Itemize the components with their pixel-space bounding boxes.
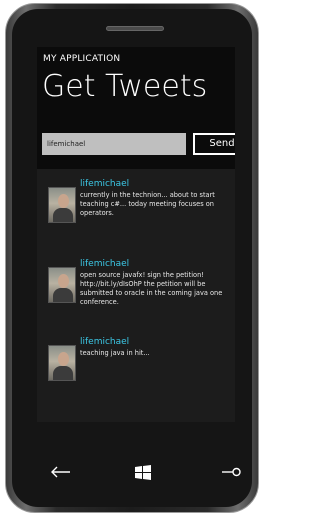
- avatar: [48, 187, 76, 223]
- tweet-text: open source javafx! sign the petition! h…: [80, 271, 223, 306]
- tweet-username: lifemichael: [80, 179, 130, 189]
- tweet-list[interactable]: lifemichael currently in the technion...…: [37, 169, 235, 422]
- username-input[interactable]: [42, 133, 186, 155]
- tweet-text: currently in the technion... about to st…: [80, 191, 215, 217]
- page-title: Get Tweets: [42, 69, 208, 104]
- tweet-text: teaching java in hit...: [80, 349, 150, 357]
- phone-screen: MY APPLICATION Get Tweets Send lifemicha…: [37, 47, 235, 422]
- avatar: [48, 345, 76, 381]
- phone-frame: MY APPLICATION Get Tweets Send lifemicha…: [5, 3, 259, 513]
- speaker-grille: [106, 26, 164, 31]
- tweet-username: lifemichael: [80, 259, 130, 269]
- back-arrow-icon[interactable]: [50, 466, 72, 481]
- windows-logo-icon[interactable]: [134, 464, 152, 485]
- app-title: MY APPLICATION: [43, 54, 121, 64]
- search-icon[interactable]: [220, 466, 242, 481]
- tweet-username: lifemichael: [80, 337, 130, 347]
- avatar: [48, 267, 76, 303]
- send-button[interactable]: Send: [193, 133, 235, 155]
